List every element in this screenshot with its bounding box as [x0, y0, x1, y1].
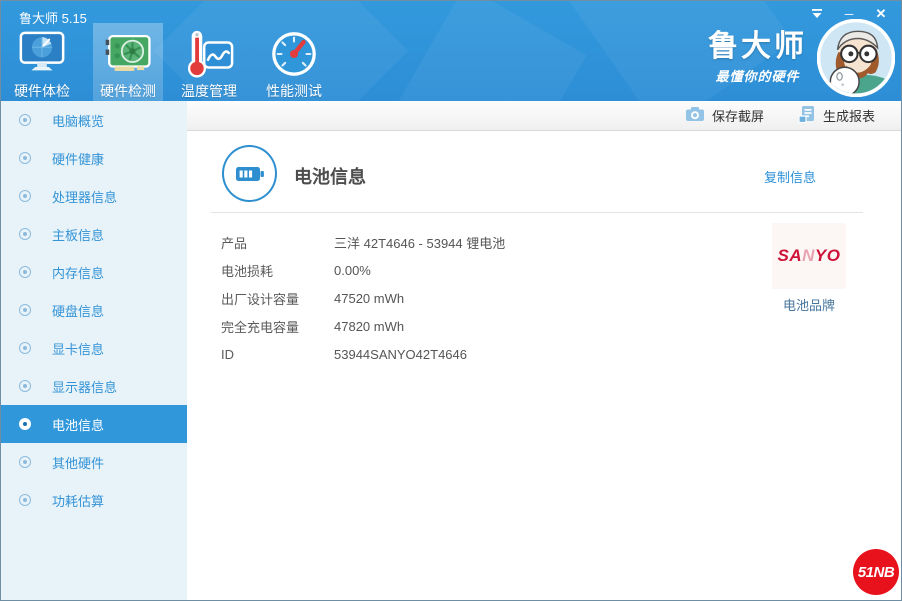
brand-area: 鲁大师 最懂你的硬件: [708, 19, 895, 97]
tab-label: 温度管理: [181, 83, 237, 99]
radio-icon: [19, 380, 31, 392]
main-content: 电池信息 复制信息 产品 三洋 42T4646 - 53944 锂电池 电池损耗…: [187, 131, 901, 600]
thermometer-chart-icon: [184, 29, 234, 79]
header-pattern: [395, 1, 587, 101]
battery-brand-caption: 电池品牌: [782, 298, 835, 313]
radio-icon: [19, 304, 31, 316]
radio-icon: [19, 456, 31, 468]
sidebar: 电脑概览 硬件健康 处理器信息 主板信息 内存信息 硬盘信息 显卡信息 显示器信…: [1, 101, 187, 600]
sidebar-item-other-hardware[interactable]: 其他硬件: [1, 443, 187, 481]
tab-label: 硬件检测: [100, 83, 156, 99]
sidebar-item-motherboard-info[interactable]: 主板信息: [1, 215, 187, 253]
radio-selected-icon: [19, 418, 31, 430]
radio-icon: [19, 228, 31, 240]
radio-icon: [19, 114, 31, 126]
table-row: 出厂设计容量 47520 mWh: [221, 290, 405, 307]
camera-icon: [685, 106, 705, 125]
sanyo-logo: SANYO: [777, 246, 841, 265]
tab-hardware-checkup[interactable]: 硬件体检: [7, 23, 77, 101]
brand-name: 鲁大师: [708, 29, 807, 63]
tab-benchmark[interactable]: 性能测试: [259, 23, 329, 101]
sidebar-item-power-estimate[interactable]: 功耗估算: [1, 481, 187, 519]
generate-report-button[interactable]: 生成报表: [798, 105, 875, 126]
sidebar-item-computer-overview[interactable]: 电脑概览: [1, 101, 187, 139]
action-bar: 保存截屏 生成报表: [187, 101, 901, 131]
radio-icon: [19, 342, 31, 354]
page-title: 电池信息: [294, 167, 366, 187]
radio-icon: [19, 494, 31, 506]
table-row: 产品 三洋 42T4646 - 53944 锂电池: [221, 235, 506, 251]
table-row: 完全充电容量 47820 mWh: [221, 318, 405, 335]
sidebar-item-memory-info[interactable]: 内存信息: [1, 253, 187, 291]
sidebar-item-monitor-info[interactable]: 显示器信息: [1, 367, 187, 405]
mascot-avatar: [817, 19, 895, 97]
table-row: ID 53944SANYO42T4646: [221, 346, 467, 362]
tab-label: 性能测试: [266, 83, 322, 99]
sidebar-item-battery-info[interactable]: 电池信息: [1, 405, 187, 443]
tab-label: 硬件体检: [14, 83, 70, 99]
divider: [211, 212, 863, 213]
monitor-scan-icon: [17, 29, 67, 79]
51nb-badge: 51NB: [853, 549, 899, 595]
copy-info-link[interactable]: 复制信息: [764, 167, 816, 186]
gauge-icon: [269, 29, 319, 79]
battery-icon: [222, 145, 277, 202]
table-row: 电池损耗 0.00%: [221, 262, 371, 279]
app-window: 鲁大师 5.15 ─ ✕ 硬件体检 硬件检测 温度管理 性能测试 鲁大师 最懂你…: [0, 0, 902, 601]
battery-info-table: 产品 三洋 42T4646 - 53944 锂电池 电池损耗 0.00% 出厂设…: [221, 228, 505, 368]
gpu-card-icon: [103, 29, 153, 79]
app-header: 鲁大师 5.15 ─ ✕ 硬件体检 硬件检测 温度管理 性能测试 鲁大师 最懂你…: [1, 1, 901, 101]
battery-brand-logo: SANYO: [772, 223, 846, 289]
radio-icon: [19, 266, 31, 278]
save-screenshot-button[interactable]: 保存截屏: [685, 106, 764, 125]
tab-temperature[interactable]: 温度管理: [174, 23, 244, 101]
report-icon: [798, 105, 816, 126]
sidebar-item-cpu-info[interactable]: 处理器信息: [1, 177, 187, 215]
radio-icon: [19, 190, 31, 202]
sidebar-item-gpu-info[interactable]: 显卡信息: [1, 329, 187, 367]
sidebar-item-disk-info[interactable]: 硬盘信息: [1, 291, 187, 329]
sidebar-item-hardware-health[interactable]: 硬件健康: [1, 139, 187, 177]
brand-tagline: 最懂你的硬件: [715, 70, 800, 86]
radio-icon: [19, 152, 31, 164]
tab-hardware-detect[interactable]: 硬件检测: [93, 23, 163, 101]
